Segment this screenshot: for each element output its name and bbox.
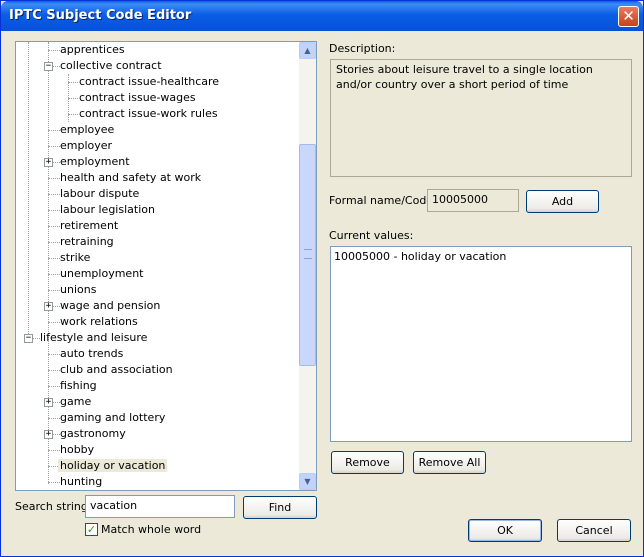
tree-item[interactable]: game (58, 394, 93, 410)
scroll-down-button[interactable]: ▼ (299, 473, 316, 490)
chevron-up-icon: ▲ (304, 46, 311, 55)
tree-item-label: hunting (60, 475, 103, 488)
expand-icon[interactable]: + (44, 158, 53, 167)
tree-item[interactable]: employment (58, 154, 132, 170)
collapse-icon[interactable]: − (24, 334, 33, 343)
tree-item[interactable]: employer (58, 138, 114, 154)
tree-item[interactable]: employee (58, 122, 116, 138)
tree-item-label: retraining (60, 235, 114, 248)
tree-item[interactable]: hunting (58, 474, 104, 490)
tree-item-label: employment (60, 155, 130, 168)
tree-item-label: club and association (60, 363, 173, 376)
tree-item-label: retirement (60, 219, 119, 232)
tree-scrollbar[interactable]: ▲ ▼ (299, 42, 316, 490)
tree-item-label: unemployment (60, 267, 144, 280)
tree-item[interactable]: auto trends (58, 346, 125, 362)
tree-item-label: wage and pension (60, 299, 161, 312)
subject-tree[interactable]: − + + − + + apprentices collective contr… (15, 41, 317, 491)
window-title: IPTC Subject Code Editor (9, 8, 192, 23)
dialog-window: IPTC Subject Code Editor ✕ − + + − + + a… (0, 0, 644, 557)
description-text: Stories about leisure travel to a single… (330, 59, 632, 177)
tree-item[interactable]: labour legislation (58, 202, 157, 218)
expand-icon[interactable]: + (44, 302, 53, 311)
tree-item-label: strike (60, 251, 91, 264)
tree-item[interactable]: unemployment (58, 266, 145, 282)
tree-item-label: hobby (60, 443, 95, 456)
find-button[interactable]: Find (243, 496, 317, 519)
remove-button[interactable]: Remove (331, 451, 404, 474)
tree-item-label: employee (60, 123, 115, 136)
tree-item-label: holiday or vacation (58, 459, 168, 472)
tree-item[interactable]: unions (58, 282, 98, 298)
collapse-icon[interactable]: − (44, 62, 53, 71)
ok-button[interactable]: OK (468, 519, 542, 542)
close-icon: ✕ (622, 7, 635, 25)
tree-item-selected[interactable]: holiday or vacation (58, 458, 168, 474)
tree-item-label: collective contract (60, 59, 162, 72)
formal-name-label: Formal name/Code: (329, 194, 437, 207)
tree-item-label: contract issue-wages (79, 91, 196, 104)
tree-item[interactable]: retirement (58, 218, 120, 234)
search-label: Search string: (15, 500, 92, 513)
tree-item-label: contract issue-healthcare (79, 75, 220, 88)
title-bar[interactable]: IPTC Subject Code Editor ✕ (1, 1, 643, 31)
tree-item[interactable]: fishing (58, 378, 99, 394)
close-button[interactable]: ✕ (618, 6, 639, 27)
cancel-button[interactable]: Cancel (557, 519, 631, 542)
tree-item-label: contract issue-work rules (79, 107, 218, 120)
tree-guide-line (28, 42, 29, 340)
match-whole-word-checkbox[interactable]: ✓ (85, 523, 98, 536)
tree-item-label: gaming and lottery (60, 411, 166, 424)
tree-content: − + + − + + apprentices collective contr… (16, 42, 300, 490)
tree-item[interactable]: lifestyle and leisure (38, 330, 149, 346)
scroll-thumb[interactable] (299, 144, 316, 366)
add-button[interactable]: Add (526, 190, 599, 213)
tree-item[interactable]: health and safety at work (58, 170, 203, 186)
tree-item-label: labour dispute (60, 187, 140, 200)
tree-item[interactable]: club and association (58, 362, 175, 378)
tree-item-label: gastronomy (60, 427, 126, 440)
tree-item-label: employer (60, 139, 113, 152)
formal-code-field: 10005000 (427, 189, 519, 212)
chevron-down-icon: ▼ (304, 477, 311, 486)
expand-icon[interactable]: + (44, 398, 53, 407)
tree-item[interactable]: work relations (58, 314, 140, 330)
tree-item-label: labour legislation (60, 203, 155, 216)
tree-item-label: auto trends (60, 347, 124, 360)
tree-item-label: health and safety at work (60, 171, 202, 184)
tree-item[interactable]: strike (58, 250, 92, 266)
tree-item[interactable]: collective contract (58, 58, 164, 74)
tree-item[interactable]: hobby (58, 442, 96, 458)
tree-item-label: apprentices (60, 43, 125, 56)
tree-item[interactable]: wage and pension (58, 298, 162, 314)
scroll-up-button[interactable]: ▲ (299, 42, 316, 59)
tree-item-label: game (60, 395, 92, 408)
tree-item[interactable]: apprentices (58, 42, 127, 58)
remove-all-button[interactable]: Remove All (413, 451, 486, 474)
tree-item[interactable]: retraining (58, 234, 116, 250)
tree-item[interactable]: labour dispute (58, 186, 141, 202)
tree-item[interactable]: gastronomy (58, 426, 128, 442)
match-whole-word-label: Match whole word (101, 523, 202, 536)
tree-item[interactable]: gaming and lottery (58, 410, 167, 426)
tree-item-label: fishing (60, 379, 97, 392)
tree-item-label: unions (60, 283, 97, 296)
search-input[interactable]: vacation (85, 495, 235, 518)
tree-item-label: work relations (60, 315, 138, 328)
current-values-label: Current values: (329, 229, 414, 242)
expand-icon[interactable]: + (44, 430, 53, 439)
list-item[interactable]: 10005000 - holiday or vacation (334, 249, 628, 264)
grip-icon (304, 249, 312, 259)
tree-item[interactable]: contract issue-work rules (77, 106, 220, 122)
tree-item-label: lifestyle and leisure (40, 331, 148, 344)
description-label: Description: (329, 42, 396, 55)
current-values-list[interactable]: 10005000 - holiday or vacation (330, 246, 632, 442)
tree-item[interactable]: contract issue-wages (77, 90, 198, 106)
tree-item[interactable]: contract issue-healthcare (77, 74, 221, 90)
